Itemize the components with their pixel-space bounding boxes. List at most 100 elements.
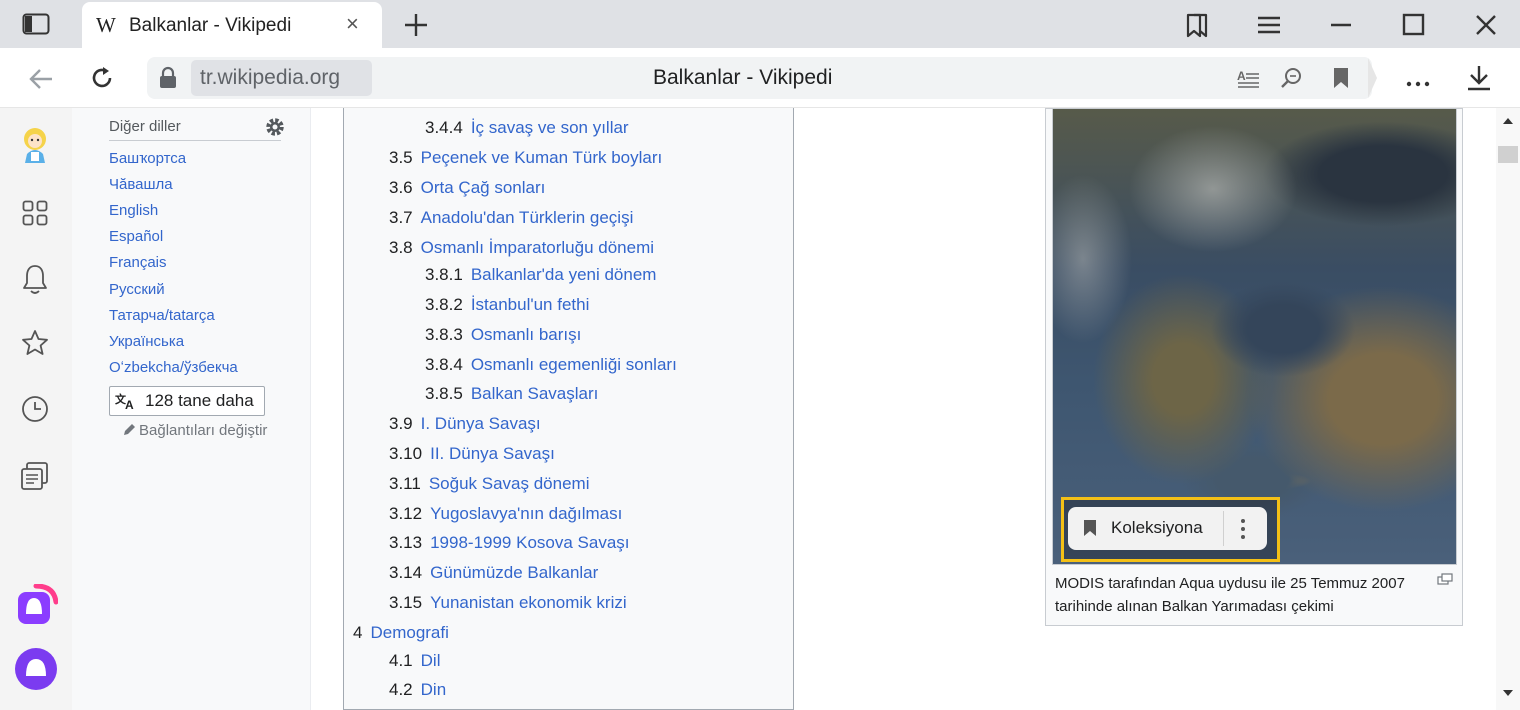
toc-item[interactable]: 4.2 Din [389, 680, 446, 700]
wiki-sidebar-languages: Diğer diller 文 A 128 tane daha Bağlantıl… [72, 108, 311, 710]
language-link[interactable]: Oʻzbekcha/ўзбекча [109, 359, 238, 376]
search-page-icon[interactable] [1280, 66, 1304, 90]
toc-item[interactable]: 3.8.5 Balkan Savaşları [425, 384, 598, 404]
menu-icon[interactable] [1256, 14, 1282, 36]
toc-number: 3.8.2 [425, 295, 463, 314]
button-divider [1223, 511, 1224, 546]
kebab-menu-icon[interactable] [1238, 518, 1248, 540]
favorites-star-icon[interactable] [21, 329, 49, 357]
language-link[interactable]: Français [109, 254, 167, 271]
more-icon[interactable] [1405, 78, 1431, 88]
toc-item[interactable]: 3.10 II. Dünya Savaşı [389, 444, 555, 464]
maximize-icon[interactable] [1402, 13, 1426, 37]
toc-link[interactable]: Soğuk Savaş dönemi [429, 474, 590, 493]
toc-item[interactable]: 3.4.4 İç savaş ve son yıllar [425, 118, 629, 138]
toc-number: 3.6 [389, 178, 413, 197]
bookmark-icon[interactable] [1331, 66, 1351, 90]
scroll-down-icon[interactable] [1502, 688, 1514, 698]
toc-item[interactable]: 3.8 Osmanlı İmparatorluğu dönemi [389, 238, 654, 258]
toc-link[interactable]: Balkan Savaşları [471, 384, 599, 403]
minimize-icon[interactable] [1328, 13, 1354, 37]
toc-item[interactable]: 3.8.3 Osmanlı barışı [425, 325, 581, 345]
toc-item[interactable]: 3.6 Orta Çağ sonları [389, 178, 545, 198]
toc-link[interactable]: 1998-1999 Kosova Savaşı [430, 533, 629, 552]
lock-icon[interactable] [158, 66, 178, 90]
toc-number: 3.15 [389, 593, 423, 612]
history-clock-icon[interactable] [21, 395, 49, 423]
toc-item[interactable]: 3.8.4 Osmanlı egemenliği sonları [425, 355, 677, 375]
edit-links-link[interactable]: Bağlantıları değiştir [139, 422, 267, 439]
toc-link[interactable]: Balkanlar'da yeni dönem [471, 265, 657, 284]
toc-number: 3.8 [389, 238, 413, 257]
toc-link[interactable]: Osmanlı egemenliği sonları [471, 355, 677, 374]
language-link[interactable]: Українська [109, 333, 184, 350]
more-languages-button[interactable]: 文 A 128 tane daha [109, 386, 265, 416]
toc-item[interactable]: 3.14 Günümüzde Balkanlar [389, 563, 598, 583]
more-languages-label: 128 tane daha [145, 391, 254, 410]
language-link[interactable]: Татарча/tatarça [109, 307, 215, 324]
toc-link[interactable]: Osmanlı barışı [471, 325, 582, 344]
reading-list-icon[interactable] [20, 461, 50, 491]
settings-gear-icon[interactable] [264, 116, 286, 138]
toc-item[interactable]: 3.12 Yugoslavya'nın dağılması [389, 504, 622, 524]
tab-close-icon[interactable]: × [346, 11, 359, 37]
wikipedia-favicon-icon: W [96, 13, 116, 37]
toc-number: 3.8.3 [425, 325, 463, 344]
toc-link[interactable]: Dil [421, 651, 441, 670]
toc-link[interactable]: Orta Çağ sonları [421, 178, 546, 197]
toc-link[interactable]: Din [421, 680, 447, 699]
profile-avatar-icon[interactable] [16, 124, 54, 164]
svg-text:A: A [1237, 69, 1246, 83]
toc-number: 3.7 [389, 208, 413, 227]
new-tab-icon[interactable] [403, 12, 429, 38]
reload-icon[interactable] [89, 65, 115, 91]
messenger-app-icon[interactable] [16, 584, 58, 626]
scrollbar[interactable] [1496, 108, 1520, 710]
back-icon[interactable] [28, 67, 54, 91]
toc-link[interactable]: İstanbul'un fethi [471, 295, 590, 314]
language-link[interactable]: Чӑвашла [109, 176, 173, 193]
toc-link[interactable]: Osmanlı İmparatorluğu dönemi [421, 238, 654, 257]
toc-item[interactable]: 3.9 I. Dünya Savaşı [389, 414, 541, 434]
scrollbar-thumb[interactable] [1498, 146, 1518, 163]
toc-item[interactable]: 4 Demografi [353, 623, 449, 643]
toc-link[interactable]: Günümüzde Balkanlar [430, 563, 598, 582]
toc-item[interactable]: 3.7 Anadolu'dan Türklerin geçişi [389, 208, 633, 228]
toc-link[interactable]: Peçenek ve Kuman Türk boyları [421, 148, 663, 167]
tab-active[interactable]: W Balkanlar - Vikipedi × [82, 2, 382, 48]
toc-link[interactable]: I. Dünya Savaşı [421, 414, 541, 433]
reader-mode-icon[interactable]: A [1236, 67, 1260, 91]
toc-item[interactable]: 3.13 1998-1999 Kosova Savaşı [389, 533, 630, 553]
notifications-bell-icon[interactable] [21, 263, 49, 295]
toc-number: 3.12 [389, 504, 423, 523]
sidebar-toggle-icon[interactable] [22, 13, 50, 35]
apps-grid-icon[interactable] [22, 200, 48, 226]
toc-item[interactable]: 3.15 Yunanistan ekonomik krizi [389, 593, 627, 613]
toc-link[interactable]: Yunanistan ekonomik krizi [430, 593, 627, 612]
language-link[interactable]: Русский [109, 281, 165, 298]
enlarge-image-icon[interactable] [1437, 573, 1453, 585]
toc-link[interactable]: İç savaş ve son yıllar [471, 118, 629, 137]
language-link[interactable]: English [109, 202, 158, 219]
toc-number: 3.11 [389, 474, 421, 493]
toc-link[interactable]: Demografi [370, 623, 448, 642]
toc-item[interactable]: 4.1 Dil [389, 651, 440, 671]
toc-item[interactable]: 3.11 Soğuk Savaş dönemi [389, 474, 589, 494]
scroll-up-icon[interactable] [1502, 116, 1514, 126]
alice-assistant-icon[interactable] [14, 647, 58, 691]
url-domain: tr.wikipedia.org [200, 66, 341, 89]
language-link[interactable]: Башҡортса [109, 150, 186, 167]
toc-link[interactable]: Yugoslavya'nın dağılması [430, 504, 622, 523]
toc-link[interactable]: Anadolu'dan Türklerin geçişi [421, 208, 634, 227]
close-window-icon[interactable] [1474, 13, 1498, 37]
collections-icon[interactable] [1183, 11, 1211, 39]
toc-item[interactable]: 3.8.2 İstanbul'un fethi [425, 295, 589, 315]
toc-item[interactable]: 3.5 Peçenek ve Kuman Türk boyları [389, 148, 662, 168]
toc-link[interactable]: II. Dünya Savaşı [430, 444, 555, 463]
toc-number: 4.2 [389, 680, 413, 699]
save-to-collection-button[interactable]: Koleksiyona [1068, 507, 1267, 550]
toc-item[interactable]: 3.8.1 Balkanlar'da yeni dönem [425, 265, 656, 285]
download-icon[interactable] [1466, 64, 1492, 92]
language-link[interactable]: Español [109, 228, 163, 245]
browser-sidebar [0, 108, 72, 710]
